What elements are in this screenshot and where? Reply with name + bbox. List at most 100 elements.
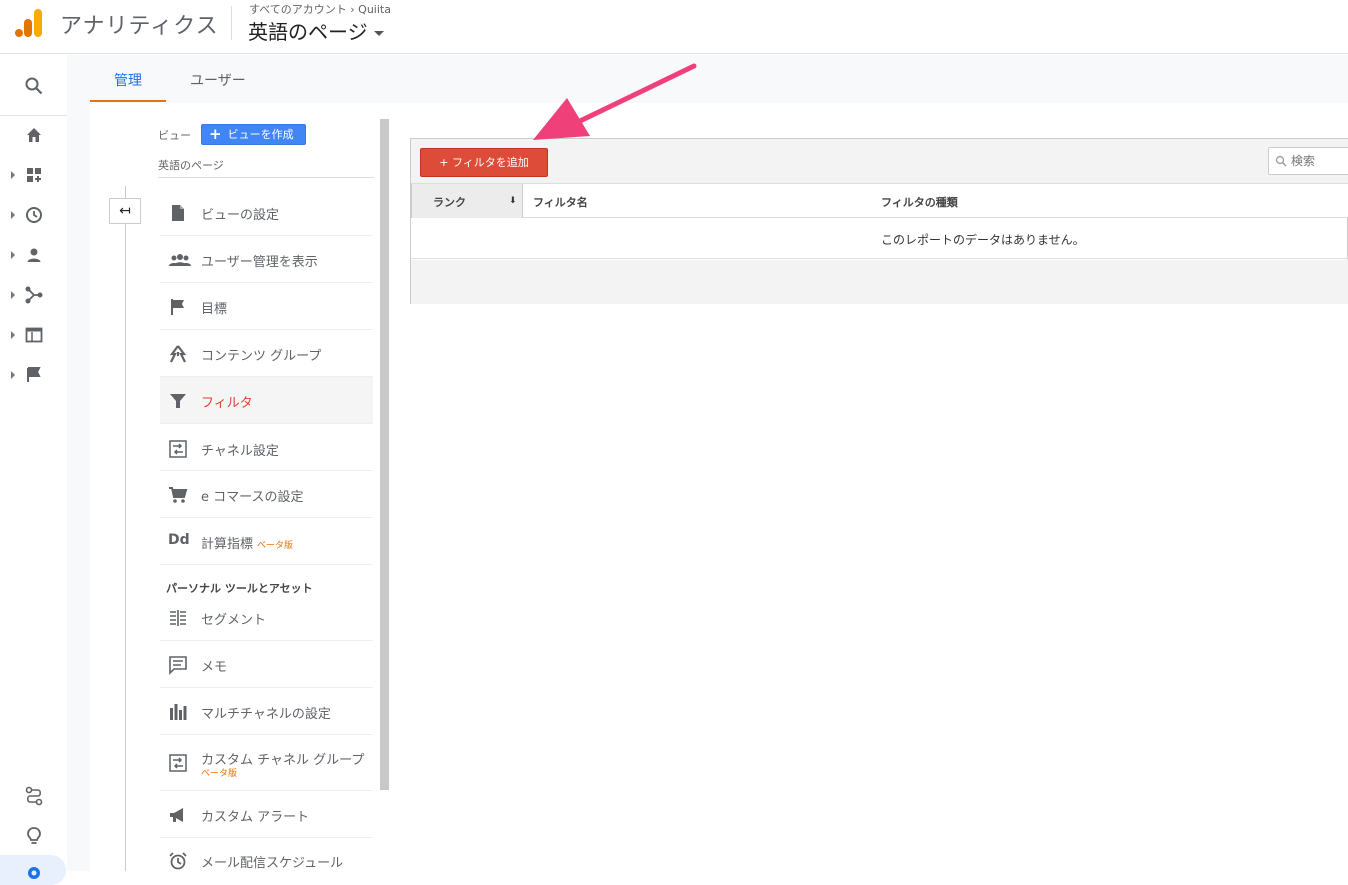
search-input[interactable] [1291,152,1348,170]
scrollbar[interactable] [380,119,389,790]
megaphone-icon [170,808,183,822]
plus-icon: + [209,125,222,143]
menu-item-label: メール配信スケジュール [201,856,344,871]
flag-icon [171,299,184,315]
menu-item-label: フィルタ [201,396,253,411]
active-tab-underline [90,100,166,102]
menu-item-channel-settings[interactable]: チャネル設定 [160,424,373,471]
table-header: ランク ⬇ フィルタ名 フィルタの種類 [411,184,1348,218]
column-header-filter-type[interactable]: フィルタの種類 [881,194,958,210]
menu-item-segments[interactable]: セグメント [160,594,373,641]
search-box[interactable] [1268,147,1348,175]
expand-arrow-icon[interactable] [11,331,15,339]
menu-item-label: ユーザー管理を表示 [201,255,318,270]
gear-icon [28,867,40,879]
channel-icon [169,440,187,458]
dd-icon: Dd [168,532,190,548]
conversion-flag-icon[interactable] [24,365,44,385]
menu-item-ecommerce-settings[interactable]: e コマースの設定 [160,471,373,518]
expand-arrow-icon[interactable] [11,371,15,379]
tab-user[interactable]: ユーザー [190,70,246,90]
menu-item-view-settings[interactable]: ビューの設定 [160,189,373,236]
menu-item-goals[interactable]: 目標 [160,283,373,330]
create-view-label: ビューを作成 [227,128,294,141]
view-name: 英語のページ [158,159,224,172]
menu-item-user-management[interactable]: ユーザー管理を表示 [160,236,373,283]
behavior-icon[interactable] [24,325,44,345]
left-nav [0,55,67,871]
menu-item-label: 目標 [201,302,228,317]
menu-item-label: ビューの設定 [201,208,280,223]
add-filter-button[interactable]: + フィルタを追加 [420,148,548,177]
content-group-icon [169,345,187,363]
filters-table: + フィルタを追加 ランク ⬇ フィルタ名 フィルタの種類 このレポートのデータ… [410,138,1348,304]
expand-arrow-icon[interactable] [11,291,15,299]
clock-icon[interactable] [24,205,44,225]
dropdown-caret-icon [373,31,384,36]
property-selector[interactable]: 英語のページ [248,16,384,45]
divider [158,177,374,178]
back-button[interactable]: ↤ [109,198,141,224]
segment-icon [170,610,186,626]
menu-item-custom-alerts[interactable]: カスタム アラート [160,791,373,838]
alarm-clock-icon [169,852,187,870]
admin-gear-tab[interactable] [0,855,66,885]
analytics-logo-icon[interactable] [14,7,44,39]
person-icon[interactable] [24,245,44,265]
top-bar: アナリティクス すべてのアカウント › Quiita 英語のページ [0,0,1348,54]
search-icon[interactable] [24,76,44,96]
nav-separator [0,115,67,116]
table-empty-row: このレポートのデータはありません。 [411,218,1348,259]
dashboard-icon[interactable] [24,165,44,185]
expand-arrow-icon[interactable] [11,171,15,179]
menu-item-filters[interactable]: フィルタ [160,377,373,424]
column-header-rank: ランク [433,196,466,209]
menu-item-label: 計算指標 [201,537,254,552]
attribution-icon[interactable] [24,786,44,806]
document-icon [172,205,184,221]
beta-badge: ベータ版 [201,769,238,779]
empty-message: このレポートのデータはありません。 [881,233,1085,247]
expand-arrow-icon[interactable] [11,211,15,219]
title-divider [231,6,232,40]
create-view-button[interactable]: + ビューを作成 [201,124,306,145]
acquisition-icon[interactable] [24,285,44,305]
column-guide-line [125,186,126,871]
column-header-filter-name[interactable]: フィルタ名 [533,194,588,210]
property-name: 英語のページ [248,20,368,44]
multichannel-icon [170,704,187,720]
breadcrumb[interactable]: すべてのアカウント › Quiita [249,1,391,17]
search-icon [1275,155,1287,167]
beta-badge: ベータ版 [257,541,294,551]
menu-item-label: チャネル設定 [201,444,279,459]
menu-item-label: コンテンツ グループ [201,349,322,364]
custom-channel-icon [169,754,187,772]
menu-item-custom-channel-group[interactable]: カスタム チャネル グループ ベータ版 [160,735,373,791]
table-toolbar: + フィルタを追加 [411,139,1348,184]
menu-item-calculated-metrics[interactable]: Dd 計算指標 ベータ版 [160,518,373,565]
menu-item-label: カスタム アラート [201,810,310,825]
menu-item-label: セグメント [201,613,267,628]
cart-icon [169,487,188,503]
filter-icon [170,394,186,408]
menu-item-label: メモ [201,660,228,675]
menu-item-content-group[interactable]: コンテンツ グループ [160,330,373,377]
view-label: ビュー [158,129,191,142]
people-icon [169,254,191,266]
expand-arrow-icon[interactable] [11,251,15,259]
menu-item-email-schedule[interactable]: メール配信スケジュール [160,838,373,871]
menu-item-multichannel-settings[interactable]: マルチチャネルの設定 [160,688,373,735]
home-icon[interactable] [24,125,44,145]
memo-icon [169,656,187,675]
tab-admin[interactable]: 管理 [114,70,142,90]
back-arrow-icon: ↤ [119,203,131,219]
app-title: アナリティクス [60,14,219,39]
table-footer [411,260,1348,304]
menu-item-label-wrap: 計算指標 ベータ版 [201,533,293,552]
lightbulb-icon[interactable] [24,826,44,846]
menu-item-memo[interactable]: メモ [160,641,373,688]
rank-column-header[interactable]: ランク ⬇ [411,184,523,218]
menu-item-label: e コマースの設定 [201,490,304,505]
menu-item-label: マルチチャネルの設定 [201,707,331,722]
sort-down-icon: ⬇ [509,196,517,206]
